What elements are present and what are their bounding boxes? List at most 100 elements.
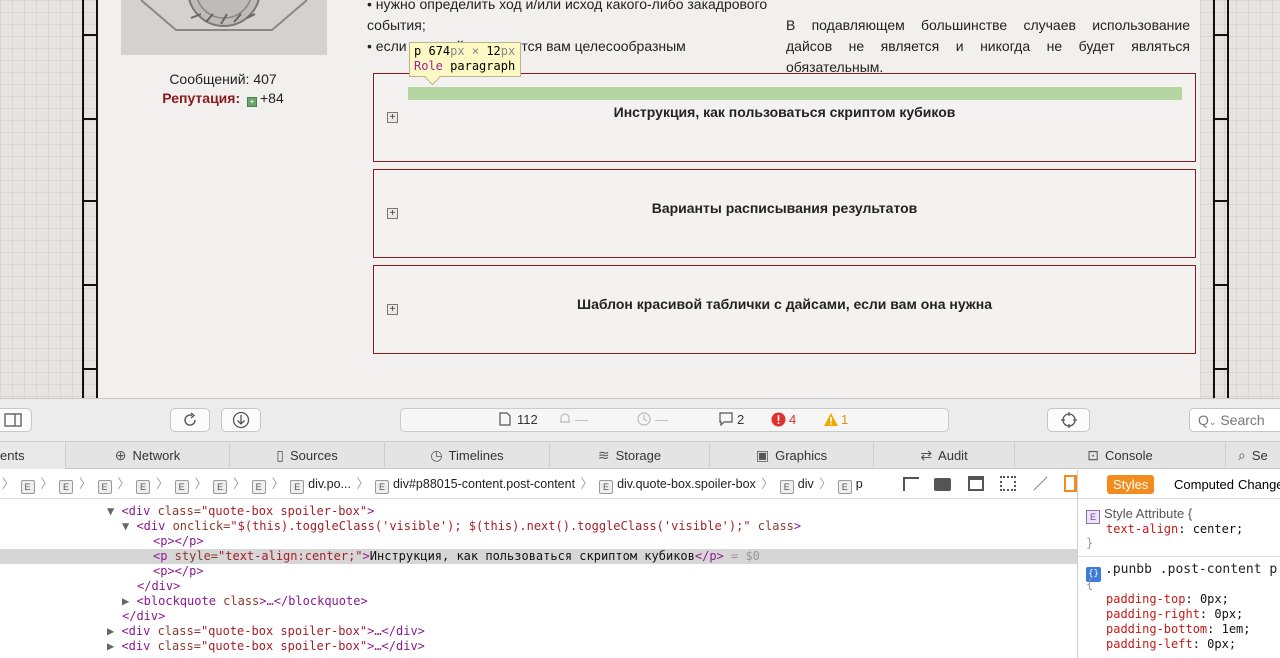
download-icon[interactable] [221, 408, 261, 432]
frame-line-right-inner [1227, 0, 1229, 398]
dom-tree: ▼ <div class="quote-box spoiler-box"> ▼ … [0, 500, 1077, 658]
element-icon[interactable]: E [374, 480, 389, 494]
spoiler-title[interactable]: Инструкция, как пользоваться скриптом ку… [374, 104, 1195, 120]
spoiler-title[interactable]: Варианты расписывания результатов [374, 200, 1195, 216]
sidebar-toggle-icon[interactable] [1064, 475, 1077, 492]
breadcrumb-item[interactable]: div#p88015-content.post-content [393, 477, 575, 491]
sidebar-tabs: Styles Computed Change [1078, 470, 1280, 499]
post-text-right: В подавляющем большинстве случаев исполь… [786, 17, 1190, 75]
dom-node[interactable]: </div> [0, 609, 1077, 624]
spoiler-box[interactable]: + Шаблон красивой таблички с дайсами, ес… [373, 265, 1196, 354]
dom-node[interactable]: ▼ <div onclick="$(this).toggleClass('vis… [0, 519, 1077, 534]
load-dash: — [575, 412, 588, 427]
css-property[interactable]: padding-bottom: 1em; [1106, 622, 1251, 637]
frame-line-right [1213, 0, 1215, 398]
breadcrumb-item[interactable]: p [856, 477, 863, 491]
dom-node[interactable]: <p></p> [0, 534, 1077, 549]
dom-node-selected[interactable]: <p style="text-align:center;">Инструкция… [0, 549, 1077, 564]
posts-count: Сообщений: 407 [169, 71, 277, 87]
breadcrumb-item[interactable]: div [798, 477, 814, 491]
log-icon [719, 412, 733, 429]
breadcrumb-item[interactable]: div.quote-box.spoiler-box [617, 477, 756, 491]
print-icon[interactable] [934, 478, 952, 491]
spoiler-box[interactable]: + Варианты расписывания результатов [373, 169, 1196, 258]
frame-tick [82, 200, 96, 202]
network-icon: ⊕ [114, 447, 127, 463]
tab-timelines[interactable]: ◷ Timelines [385, 442, 550, 469]
frame-tick [82, 284, 96, 286]
css-property[interactable]: text-align: center; [1106, 522, 1243, 537]
frame-tick [82, 34, 96, 36]
search-icon: ⌕ [1238, 447, 1246, 463]
web-page: Сообщений: 407 Репутация: + +84 • нужно о… [0, 0, 1280, 398]
css-property[interactable]: padding-top: 0px; [1106, 592, 1229, 607]
dom-node[interactable]: ▶ <blockquote class>…</blockquote> [0, 594, 1077, 609]
dom-node[interactable]: ▼ <div class="quote-box spoiler-box"> [0, 504, 1077, 519]
frame-line-left-inner [96, 0, 98, 398]
error-icon [771, 412, 786, 430]
tab-sources[interactable]: ▯ Sources [230, 442, 385, 469]
storage-icon: ≋ [597, 447, 610, 463]
dom-node[interactable]: <p></p> [0, 564, 1077, 579]
tab-search[interactable]: ⌕ Se [1226, 442, 1280, 469]
frame-tick [1213, 284, 1227, 286]
frame-tick [1213, 34, 1227, 36]
tab-computed[interactable]: Computed [1174, 470, 1234, 499]
open-brace: { [1086, 577, 1094, 591]
rep-plus-icon[interactable]: + [247, 97, 257, 107]
frame-line-left [82, 0, 84, 398]
element-icon[interactable]: E [599, 480, 614, 494]
dock-icon[interactable] [0, 408, 32, 432]
element-icon[interactable]: E [97, 480, 112, 494]
inspector-tooltip: p 674px × 12px Role paragraph [409, 42, 521, 77]
search-input[interactable]: Q⌄ Search [1189, 408, 1280, 432]
compositing-icon[interactable] [1000, 476, 1017, 491]
tab-graphics[interactable]: ▣ Graphics [710, 442, 874, 469]
tab-audit[interactable]: ⇄ Audit [874, 442, 1015, 469]
paint-icon[interactable]: ／ [1033, 470, 1048, 498]
frame-tick [1213, 200, 1227, 202]
clock-icon [637, 412, 651, 429]
dom-node[interactable]: </div> [0, 579, 1077, 594]
spoiler-title[interactable]: Шаблон красивой таблички с дайсами, если… [374, 296, 1195, 312]
reputation: Репутация: + +84 [120, 90, 326, 107]
element-icon[interactable]: E [251, 480, 266, 494]
element-icon[interactable]: E [837, 480, 852, 494]
timelines-icon: ◷ [430, 447, 443, 463]
element-icon[interactable]: E [290, 480, 305, 494]
css-rule-selector[interactable]: {} .punbb .post-content p [1086, 562, 1277, 582]
frame-tick [82, 118, 96, 120]
user-avatar[interactable] [121, 0, 327, 55]
element-icon[interactable]: E [174, 480, 189, 494]
reload-icon[interactable] [170, 408, 210, 432]
css-property[interactable]: padding-left: 0px; [1106, 637, 1236, 652]
css-property[interactable]: padding-right: 0px; [1106, 607, 1243, 622]
element-icon[interactable]: E [213, 480, 228, 494]
tab-storage[interactable]: ≋ Storage [550, 442, 710, 469]
tab-console[interactable]: ⊡ Console [1015, 442, 1226, 469]
tab-styles[interactable]: Styles [1107, 475, 1155, 494]
dom-node[interactable]: ▶ <div class="quote-box spoiler-box">…</… [0, 624, 1077, 639]
tab-changes[interactable]: Change [1238, 470, 1280, 499]
audit-icon: ⇄ [920, 447, 933, 463]
warning-icon [823, 412, 839, 430]
tab-elements[interactable]: ents [0, 442, 66, 469]
element-highlight [408, 87, 1182, 100]
dom-node[interactable]: ▶ <div class="quote-box spoiler-box">…</… [0, 639, 1077, 654]
element-icon[interactable]: E [59, 480, 74, 494]
grid-overlay-icon[interactable] [903, 477, 919, 491]
graphics-icon: ▣ [755, 447, 770, 463]
activity-viewer[interactable]: 112 — — 2 4 1 [400, 408, 949, 432]
element-icon: E [1086, 510, 1100, 524]
element-icon[interactable]: E [779, 480, 794, 494]
resources-count: 112 [517, 412, 538, 427]
tab-network[interactable]: ⊕ Network [66, 442, 230, 469]
styles-sidebar: Styles Computed Change E Style Attribute … [1077, 470, 1280, 658]
screenshot-icon[interactable] [967, 476, 984, 491]
element-icon[interactable]: E [20, 480, 35, 494]
devtools-tab-bar: ents ⊕ Network ▯ Sources ◷ Timelines ≋ Stora… [0, 441, 1280, 469]
element-icon[interactable]: E [136, 480, 151, 494]
breadcrumb-item[interactable]: div.po... [308, 477, 351, 491]
search-placeholder: Search [1220, 412, 1265, 428]
crosshair-icon[interactable] [1047, 408, 1090, 432]
